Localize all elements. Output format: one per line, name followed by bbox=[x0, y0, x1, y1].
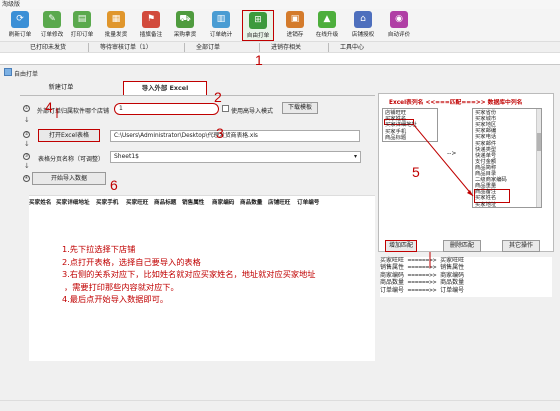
statistics-icon: ▥ bbox=[212, 11, 230, 28]
instruction-line: 2.点打开表格，选择自己要导入的表格 bbox=[62, 256, 201, 267]
toolbar-button-7[interactable]: ⊞ 自由打单 bbox=[242, 10, 274, 41]
batch-ship-icon: ▦ bbox=[107, 11, 125, 28]
advanced-import-label: 使用高导入模式 bbox=[231, 108, 274, 115]
flag-note-icon: ⚑ bbox=[142, 11, 160, 28]
menu-item[interactable]: 已打印未发货 bbox=[30, 43, 66, 52]
file-path-field[interactable]: C:\Users\Administrator\Desktop\代理发货商表格.x… bbox=[110, 130, 360, 142]
sheet-name-value: Sheet1$ bbox=[114, 153, 139, 160]
grid-column-header[interactable]: 买家旺旺 bbox=[126, 198, 148, 206]
advanced-import-checkbox[interactable] bbox=[222, 105, 229, 112]
grid-column-header[interactable]: 买家手机 bbox=[96, 198, 118, 206]
step-marker-4: ④ bbox=[23, 175, 30, 182]
free-print-icon: ⊞ bbox=[249, 12, 267, 29]
excel-column-list[interactable]: 店铺旺旺 买家姓名 买家详细地址 买家手机 商品标题 bbox=[382, 108, 438, 142]
menu-separator bbox=[259, 43, 260, 52]
download-template-button[interactable]: 下载模板 bbox=[282, 102, 318, 114]
database-column-list[interactable]: 买家省份 买家城市 买家地区 买家邮编 买家电话 买家邮件 快递类型 快递单号 支付金额 商品简称… bbox=[472, 108, 542, 208]
instruction-text: 1.先下拉选择下店铺 2.点打开表格，选择自己要导入的表格 3.右侧的关系对应下… bbox=[62, 243, 362, 306]
toolbar-button-5[interactable]: ⛟ 采购拿货 bbox=[169, 10, 201, 41]
upgrade-icon: ▲ bbox=[318, 11, 336, 28]
shop-auth-icon: ⌂ bbox=[354, 11, 372, 28]
toolbar-label: 自动评价 bbox=[387, 32, 411, 38]
toolbar-button-3[interactable]: ▦ 批量发货 bbox=[100, 10, 132, 41]
annotation-step-6: 6 bbox=[110, 177, 118, 193]
grid-column-header[interactable]: 销售属性 bbox=[182, 198, 204, 206]
toolbar-button-9[interactable]: ▲ 在线升级 bbox=[311, 10, 343, 41]
mapping-result-item[interactable]: 订单编号 ======>> 订单编号 bbox=[380, 287, 552, 294]
instruction-line: 1.先下拉选择下店铺 bbox=[62, 244, 136, 254]
column-mapping-panel: Excel表列名 <<===匹配===>> 数据库中列名 店铺旺旺 买家姓名 买家详… bbox=[378, 93, 554, 252]
annotation-step-4: 4 bbox=[45, 99, 53, 115]
menu-item[interactable]: 工具中心 bbox=[340, 43, 364, 52]
annotation-step-1: 1 bbox=[255, 52, 263, 68]
arrow-down-icon: ↓ bbox=[24, 162, 30, 170]
excel-column-item[interactable]: 商品标题 bbox=[385, 135, 406, 141]
grid-column-header[interactable]: 商品数量 bbox=[240, 198, 262, 206]
toolbar-button-10[interactable]: ⌂ 店铺授权 bbox=[347, 10, 379, 41]
instruction-line: 4.最后点开始导入数据即可。 bbox=[62, 294, 169, 305]
sheet-name-label: 表格分页名称（可调整） bbox=[38, 156, 105, 163]
refresh-icon: ⟳ bbox=[11, 11, 29, 28]
mapping-arrow: --> bbox=[447, 150, 457, 157]
main-toolbar: ⟳ 刷新订单 ✎ 订单修改 ▤ 打印订单 ▦ 批量发货 ⚑ 插旗备注 ⛟ 采购拿货 ▥ 订单统计 ⊞ 自由打单… bbox=[0, 9, 560, 41]
delete-mapping-button[interactable]: 删除匹配 bbox=[443, 240, 481, 252]
menu-item[interactable]: 全部订单 bbox=[196, 43, 220, 52]
window-title: 淘级版 bbox=[0, 0, 560, 9]
menu-separator bbox=[88, 43, 89, 52]
annotation-step-3: 3 bbox=[216, 125, 224, 141]
db-list-scrollbar[interactable] bbox=[536, 109, 541, 207]
grid-column-header[interactable]: 商家编码 bbox=[212, 198, 234, 206]
grid-column-header[interactable]: 买家详细地址 bbox=[56, 198, 90, 206]
open-excel-button[interactable]: 打开Excel表格 bbox=[38, 129, 100, 142]
tab-import-excel[interactable]: 导入外部 Excel bbox=[123, 81, 207, 96]
arrow-down-icon: ↓ bbox=[24, 116, 30, 124]
instruction-line: ，需要打印那些内容就对应下。 bbox=[64, 281, 179, 292]
excel-column-item[interactable]: 买家详细地址 bbox=[385, 122, 417, 128]
menu-item[interactable]: 进销存相关 bbox=[271, 43, 301, 52]
start-import-button[interactable]: 开始导入数据 bbox=[32, 172, 106, 185]
print-order-icon: ▤ bbox=[73, 11, 91, 28]
status-strip bbox=[0, 400, 560, 411]
tab-divider bbox=[20, 95, 375, 96]
chevron-down-icon: ▾ bbox=[353, 153, 357, 160]
mapping-result-item[interactable]: 商品数量 ======>> 商品数量 bbox=[380, 279, 552, 286]
grid-column-header[interactable]: 店铺旺旺 bbox=[268, 198, 290, 206]
mapping-results-list: 买家旺旺 ======>> 买家旺旺 销售属性 ======>> 销售属性 商家编码… bbox=[380, 257, 552, 297]
menu-bar: 已打印未发货 等待审核订单（1） 全部订单 进销存相关 工具中心 bbox=[0, 41, 560, 53]
scrollbar-thumb[interactable] bbox=[537, 133, 541, 151]
menu-item[interactable]: 等待审核订单（1） bbox=[100, 43, 152, 52]
shop-select[interactable]: 1 bbox=[114, 103, 219, 115]
step-marker-3: ③ bbox=[23, 153, 30, 160]
auto-review-icon: ◉ bbox=[390, 11, 408, 28]
other-actions-button[interactable]: 其它操作 bbox=[502, 240, 540, 252]
grid-column-header[interactable]: 买家姓名 bbox=[29, 198, 51, 206]
mapping-title: Excel表列名 <<===匹配===>> 数据库中列名 bbox=[389, 100, 523, 106]
dialog-app-icon bbox=[4, 68, 12, 76]
instruction-line: 3.右侧的关系对应下，比如姓名就对应买家姓名，地址就对应买家地址 bbox=[62, 269, 316, 280]
grid-column-header[interactable]: 订单编号 bbox=[297, 198, 319, 206]
inventory-icon: ▣ bbox=[286, 11, 304, 28]
sheet-name-select[interactable]: Sheet1$ ▾ bbox=[110, 151, 361, 163]
annotation-step-5: 5 bbox=[412, 164, 420, 180]
mapping-result-item[interactable]: 销售属性 ======>> 销售属性 bbox=[380, 264, 552, 271]
tab-new-order[interactable]: 新建订单 bbox=[36, 82, 86, 94]
add-mapping-button[interactable]: 增加匹配 bbox=[385, 240, 417, 252]
dialog-title: 自由打单 bbox=[14, 71, 39, 78]
grid-column-header[interactable]: 商品标题 bbox=[154, 198, 176, 206]
excel-column-item[interactable]: 买家手机 bbox=[385, 129, 406, 135]
edit-order-icon: ✎ bbox=[43, 11, 61, 28]
menu-separator bbox=[328, 43, 329, 52]
menu-separator bbox=[184, 43, 185, 52]
db-column-item[interactable]: 买家地址 bbox=[475, 202, 496, 208]
arrow-down-icon: ↓ bbox=[24, 140, 30, 148]
toolbar-button-11[interactable]: ◉ 自动评价 bbox=[383, 10, 415, 41]
step-marker-1: ① bbox=[23, 105, 30, 112]
step-marker-2: ② bbox=[23, 131, 30, 138]
toolbar-button-6[interactable]: ▥ 订单统计 bbox=[205, 10, 237, 41]
purchase-icon: ⛟ bbox=[176, 11, 194, 28]
